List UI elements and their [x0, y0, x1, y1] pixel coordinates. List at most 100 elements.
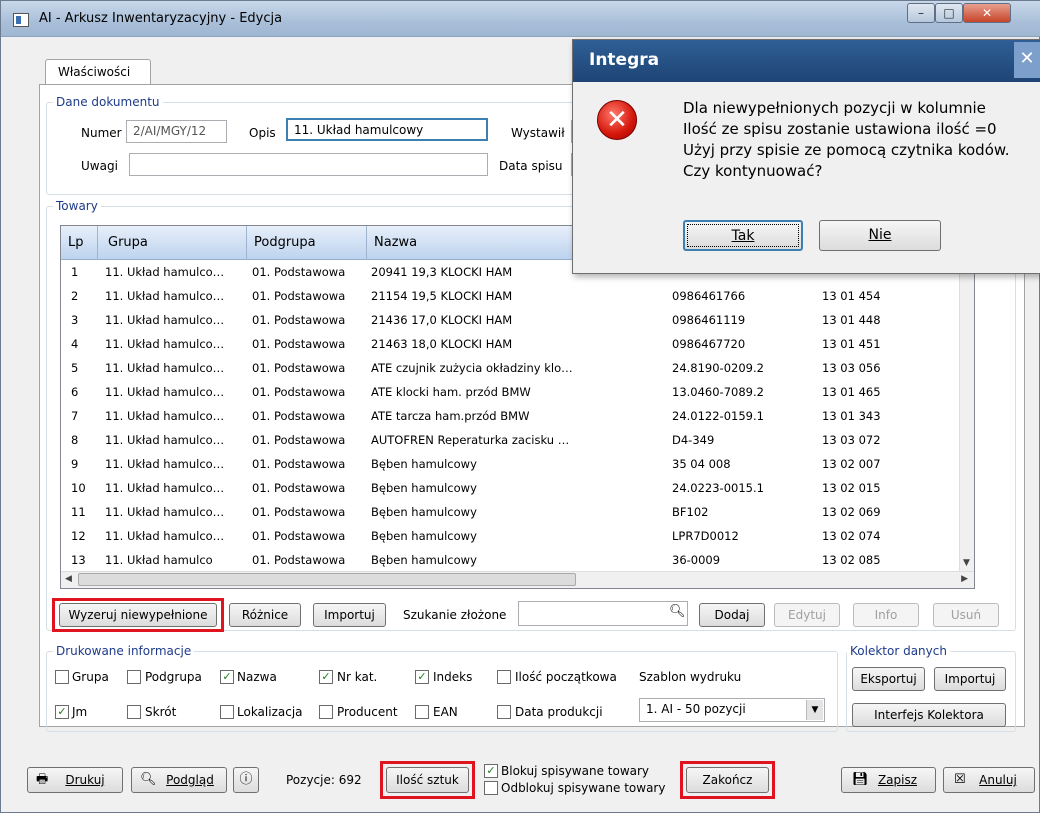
maximize-button[interactable]: □ [935, 3, 963, 23]
ean-checkbox[interactable] [415, 705, 429, 719]
cell-grupa: 11. Układ hamulco… [105, 265, 225, 279]
cell-indeks: 13 01 454 [822, 289, 881, 303]
cell-grupa: 11. Układ hamulco… [105, 481, 225, 495]
producent-checkbox[interactable] [319, 705, 333, 719]
dialog-title: Integra [589, 50, 660, 70]
table-row[interactable]: 7 11. Układ hamulco… 01. Podstawowa ATE tar… [61, 404, 961, 428]
szablon-select[interactable]: 1. AI - 50 pozycji [639, 698, 825, 722]
numer-field[interactable]: 2/AI/MGY/12 [126, 120, 227, 143]
table-row[interactable]: 3 11. Układ hamulco… 01. Podstawowa 21436 1… [61, 308, 961, 332]
podglad-button[interactable]: 🔍︎ Podgląd [131, 767, 227, 793]
scroll-right-icon[interactable]: ▶ [961, 574, 968, 584]
jm-checkbox[interactable]: ✓ [55, 705, 69, 719]
anuluj-label: Anuluj [979, 773, 1017, 787]
roznice-button[interactable]: Różnice [229, 603, 301, 627]
cell-lp: 5 [71, 361, 79, 375]
search-icon[interactable]: 🔍︎ [669, 604, 686, 619]
cell-nazwa: Bęben hamulcowy [371, 457, 477, 471]
nie-button[interactable]: Nie [819, 220, 941, 251]
kolektor-importuj-button[interactable]: Importuj [934, 667, 1006, 691]
horizontal-scrollbar[interactable]: ◀ ▶ [61, 571, 974, 588]
podgrupa-checkbox[interactable] [127, 670, 141, 684]
zakoncz-button[interactable]: Zakończ [686, 767, 769, 793]
cell-lp: 9 [71, 457, 79, 471]
blokuj-checkbox[interactable]: ✓ [484, 764, 498, 778]
uwagi-field[interactable] [129, 153, 488, 176]
odblokuj-checkbox[interactable] [484, 781, 498, 795]
print-legend: Drukowane informacje [56, 644, 192, 658]
producent-checkbox-label: Producent [337, 705, 398, 719]
lokalizacja-checkbox-label: Lokalizacja [237, 705, 303, 719]
blokuj-label: Blokuj spisywane towary [501, 764, 650, 778]
dodaj-button[interactable]: Dodaj [699, 603, 765, 627]
table-row[interactable]: 6 11. Układ hamulco… 01. Podstawowa ATE klo… [61, 380, 961, 404]
cell-nazwa: ATE czujnik zużycia okładziny klo… [371, 361, 573, 375]
cell-lp: 2 [71, 289, 79, 303]
importuj-button[interactable]: Importuj [313, 603, 386, 627]
chevron-down-icon[interactable]: ▼ [806, 700, 823, 720]
cell-nr: 0986467720 [672, 337, 746, 351]
tak-button[interactable]: Tak [683, 220, 803, 251]
cell-nazwa: 20941 19,3 KLOCKI HAM [371, 265, 513, 279]
minimize-button[interactable]: – [907, 3, 935, 23]
drukuj-button[interactable]: 🖶︎ Drukuj [27, 767, 123, 793]
cell-lp: 7 [71, 409, 79, 423]
scroll-left-icon[interactable]: ◀ [65, 574, 72, 584]
data-produkcji-checkbox[interactable] [497, 705, 511, 719]
cell-nazwa: Bęben hamulcowy [371, 529, 477, 543]
cell-lp: 11 [71, 505, 86, 519]
table-row[interactable]: 10 11. Układ hamulco… 01. Podstawowa Bęben … [61, 476, 961, 500]
scroll-down-icon[interactable]: ▼ [963, 558, 970, 568]
cell-grupa: 11. Układ hamulco… [105, 385, 225, 399]
ilosc-sztuk-button[interactable]: Ilość sztuk [386, 767, 469, 793]
interfejs-kolektora-button[interactable]: Interfejs Kolektora [852, 703, 1006, 727]
wyzeruj-button[interactable]: Wyzeruj niewypełnione [59, 603, 217, 627]
table-row[interactable]: 9 11. Układ hamulco… 01. Podstawowa Bęben h… [61, 452, 961, 476]
tab-wlasciwosci[interactable]: Właściwości [45, 59, 151, 85]
table-row[interactable]: 12 11. Układ hamulco… 01. Podstawowa Bęben … [61, 524, 961, 548]
table-row[interactable]: 8 11. Układ hamulco… 01. Podstawowa AUTOFRE… [61, 428, 961, 452]
col-lp[interactable]: Lp [68, 235, 84, 250]
close-button[interactable]: ✕ [963, 3, 1011, 23]
info-button[interactable]: Info [853, 603, 919, 627]
vertical-scrollbar[interactable]: ▼ [959, 260, 974, 572]
nrkat-checkbox[interactable]: ✓ [319, 670, 333, 684]
cell-nr: 13.0460-7089.2 [672, 385, 764, 399]
title-bar: AI - Arkusz Inwentaryzacyjny - Edycja – … [1, 1, 1040, 37]
towary-grid[interactable]: Lp Grupa Podgrupa Nazwa 1 11. Układ hamul… [60, 225, 975, 589]
anuluj-button[interactable]: ☒ Anuluj [943, 767, 1035, 793]
dialog-close-icon[interactable]: ✕ [1014, 42, 1040, 78]
cell-grupa: 11. Układ hamulco… [105, 457, 225, 471]
cell-podgrupa: 01. Podstawowa [252, 457, 346, 471]
edytuj-button[interactable]: Edytuj [774, 603, 840, 627]
table-row[interactable]: 13 11. Układ hamulco 01. Podstawowa Bęben h… [61, 548, 961, 572]
skrot-checkbox[interactable] [127, 705, 141, 719]
error-icon: ✕ [597, 100, 637, 140]
zapisz-button[interactable]: 💾︎ Zapisz [841, 767, 936, 793]
zapisz-label: Zapisz [877, 773, 918, 787]
nazwa-checkbox-label: Nazwa [237, 670, 277, 684]
opis-field[interactable]: 11. Układ hamulcowy [286, 118, 488, 141]
search-input[interactable] [518, 601, 688, 626]
grupa-checkbox-label: Grupa [72, 670, 109, 684]
col-podgrupa[interactable]: Podgrupa [254, 235, 316, 250]
indeks-checkbox[interactable]: ✓ [415, 670, 429, 684]
grupa-checkbox[interactable] [55, 670, 69, 684]
cell-nr: 0986461766 [672, 289, 746, 303]
col-nazwa[interactable]: Nazwa [374, 235, 417, 250]
usun-button[interactable]: Usuń [933, 603, 999, 627]
table-row[interactable]: 4 11. Układ hamulco… 01. Podstawowa 21463 1… [61, 332, 961, 356]
ilosc-poczatkowa-checkbox[interactable] [497, 670, 511, 684]
eksportuj-button[interactable]: Eksportuj [852, 667, 925, 691]
lokalizacja-checkbox[interactable] [220, 705, 234, 719]
cell-lp: 10 [71, 481, 86, 495]
drukuj-label: Drukuj [65, 773, 105, 787]
table-row[interactable]: 5 11. Układ hamulco… 01. Podstawowa ATE czu… [61, 356, 961, 380]
table-row[interactable]: 2 11. Układ hamulco… 01. Podstawowa 21154 1… [61, 284, 961, 308]
nazwa-checkbox[interactable]: ✓ [220, 670, 234, 684]
scroll-thumb[interactable] [78, 573, 576, 586]
table-row[interactable]: 11 11. Układ hamulco… 01. Podstawowa Bęben … [61, 500, 961, 524]
odblokuj-label: Odblokuj spisywane towary [501, 781, 666, 795]
col-grupa[interactable]: Grupa [108, 235, 148, 250]
info-circle-icon[interactable]: ⓘ [233, 767, 259, 793]
